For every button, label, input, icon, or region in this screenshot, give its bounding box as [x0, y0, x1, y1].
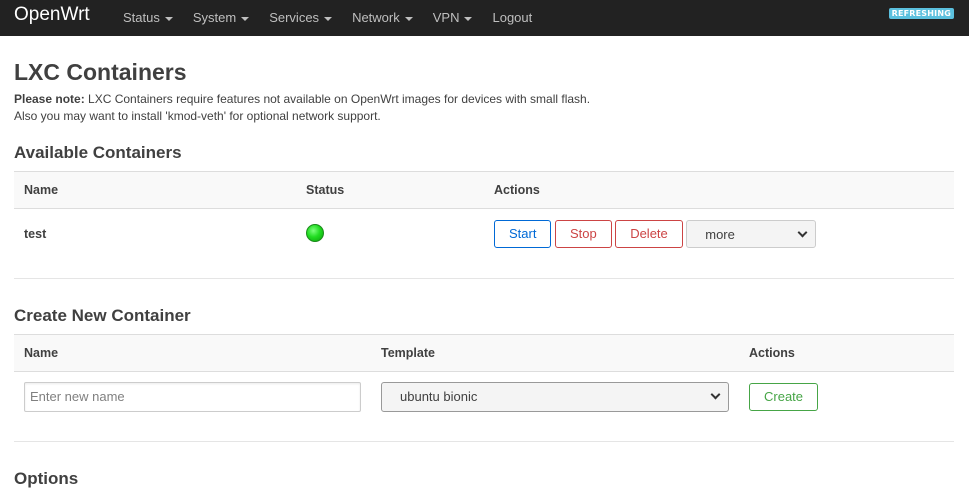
- column-header-template: Template: [371, 334, 739, 372]
- container-status-cell: [296, 209, 484, 260]
- menu-vpn-label: VPN: [432, 10, 460, 25]
- template-value: ubuntu bionic: [400, 389, 478, 405]
- stop-button[interactable]: Stop: [554, 220, 612, 249]
- create-container-table: Name Template Actions ubuntu bionic Crea…: [14, 334, 954, 422]
- column-header-name: Name: [14, 171, 296, 209]
- container-name: test: [24, 227, 47, 242]
- more-actions-value: more: [705, 226, 735, 242]
- menu-logout-label: Logout: [492, 10, 533, 25]
- page-title: LXC Containers: [14, 59, 187, 85]
- main-menu: Status System Services Network VPN Logou…: [113, 0, 542, 36]
- note-line-1: LXC Containers require features not avai…: [84, 92, 591, 106]
- top-navbar: OpenWrt Status System Services Network V…: [0, 0, 969, 36]
- menu-system[interactable]: System: [183, 0, 259, 36]
- create-actions-cell: Create: [739, 372, 954, 422]
- caret-down-icon: [464, 16, 473, 21]
- available-containers-heading: Available Containers: [14, 143, 182, 162]
- new-name-cell: [14, 372, 371, 422]
- table-row: test Start Stop Delete more: [14, 209, 954, 260]
- table-header-row: Name Template Actions: [14, 334, 954, 372]
- more-actions-select[interactable]: more: [686, 220, 817, 249]
- note-bold-label: Please note:: [14, 92, 85, 106]
- brand-logo[interactable]: OpenWrt: [14, 4, 90, 26]
- column-header-actions: Actions: [484, 171, 954, 209]
- template-select[interactable]: ubuntu bionic: [381, 381, 729, 412]
- column-header-actions: Actions: [739, 334, 954, 372]
- page-note: Please note: LXC Containers require feat…: [14, 91, 590, 125]
- section-divider: [14, 441, 954, 442]
- menu-status[interactable]: Status: [113, 0, 183, 36]
- table-header-row: Name Status Actions: [14, 171, 954, 209]
- table-row: ubuntu bionic Create: [14, 372, 954, 422]
- column-header-status: Status: [296, 171, 484, 209]
- refreshing-badge[interactable]: REFRESHING: [888, 8, 954, 19]
- menu-network-label: Network: [352, 10, 400, 25]
- caret-down-icon: [241, 16, 250, 21]
- note-line-2: Also you may want to install 'kmod-veth'…: [14, 109, 381, 123]
- caret-down-icon: [324, 16, 333, 21]
- options-heading: Options: [14, 469, 79, 488]
- menu-logout[interactable]: Logout: [482, 0, 542, 36]
- new-container-name-input[interactable]: [24, 381, 361, 412]
- start-button[interactable]: Start: [494, 220, 552, 249]
- section-divider: [14, 278, 954, 279]
- available-containers-table: Name Status Actions test Start Stop Dele…: [14, 171, 954, 260]
- menu-services[interactable]: Services: [259, 0, 342, 36]
- delete-button[interactable]: Delete: [615, 220, 683, 249]
- menu-services-label: Services: [269, 10, 320, 25]
- menu-system-label: System: [192, 10, 237, 25]
- container-actions-cell: Start Stop Delete more: [484, 209, 954, 260]
- column-header-name: Name: [14, 334, 371, 372]
- status-running-icon: [306, 223, 324, 242]
- menu-vpn[interactable]: VPN: [423, 0, 483, 36]
- create-container-heading: Create New Container: [14, 306, 191, 325]
- menu-status-label: Status: [123, 10, 160, 25]
- menu-network[interactable]: Network: [342, 0, 423, 36]
- template-cell: ubuntu bionic: [371, 372, 739, 422]
- create-button[interactable]: Create: [749, 382, 819, 411]
- caret-down-icon: [164, 16, 173, 21]
- chevron-down-icon: [710, 389, 721, 400]
- chevron-down-icon: [797, 227, 808, 238]
- caret-down-icon: [404, 16, 413, 21]
